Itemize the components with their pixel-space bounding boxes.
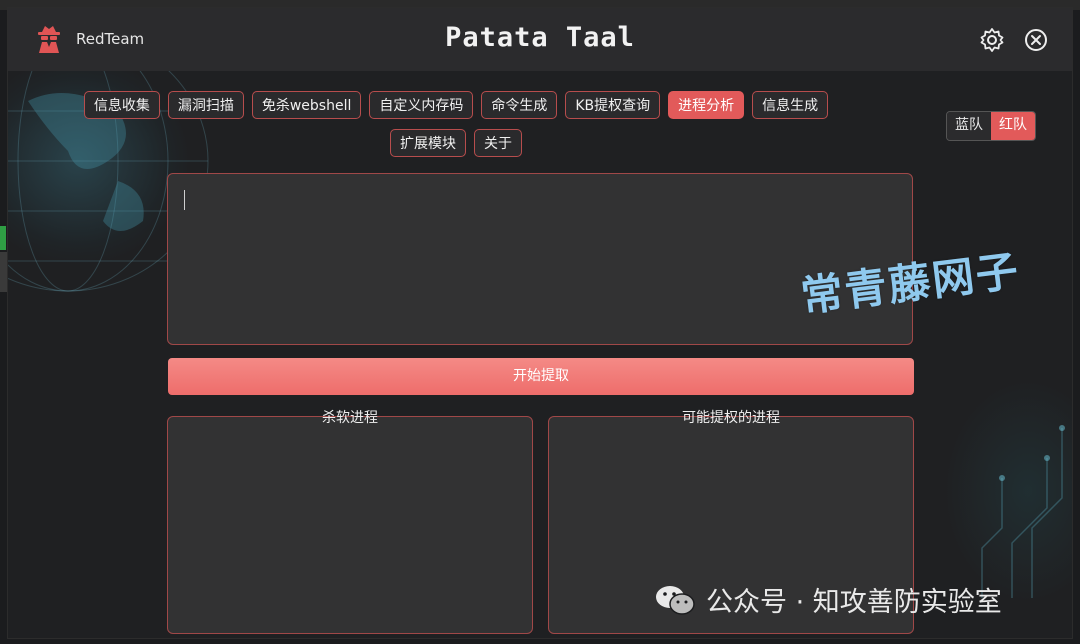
tab-webshell[interactable]: 免杀webshell [251,91,362,119]
gear-icon[interactable] [978,26,1006,54]
tab-extensions[interactable]: 扩展模块 [390,129,466,157]
text-caret [184,190,185,210]
tab-vuln-scan[interactable]: 漏洞扫描 [167,91,244,119]
tab-about[interactable]: 关于 [474,129,522,157]
background-page-element [0,226,6,250]
circuit-background-graphic [981,425,1065,598]
team-toggle: 蓝队 红队 [946,111,1036,141]
module-tabs-row-2: 扩展模块 关于 [8,129,988,157]
tab-command-gen[interactable]: 命令生成 [481,91,558,119]
wechat-icon [656,585,695,615]
module-tabs-row-1: 信息收集 漏洞扫描 免杀webshell 自定义内存码 命令生成 KB提权查询 … [8,91,988,119]
app-title: Patata Taal [445,22,635,53]
wechat-watermark-text: 公众号 · 知攻善防实验室 [706,587,1002,618]
close-circle-icon[interactable] [1022,26,1050,54]
app-window: RedTeam Patata Taal 信息收集 漏洞扫描 免杀webshell… [8,8,1072,638]
tab-custom-memshell[interactable]: 自定义内存码 [369,91,474,119]
team-red-option[interactable]: 红队 [991,112,1035,140]
tab-process-analysis[interactable]: 进程分析 [668,91,745,119]
antivirus-process-panel[interactable]: 杀软进程 [167,410,533,634]
panel-title-privesc: 可能提权的进程 [682,410,780,426]
process-input-textarea[interactable] [167,173,913,345]
tab-info-collection[interactable]: 信息收集 [83,91,160,119]
start-extract-button[interactable]: 开始提取 [168,358,914,395]
tab-info-gen[interactable]: 信息生成 [752,91,829,119]
title-bar[interactable]: RedTeam Patata Taal [8,8,1072,71]
tab-kb-privesc[interactable]: KB提权查询 [565,91,661,119]
panel-title-antivirus: 杀软进程 [322,410,378,426]
main-content: 信息收集 漏洞扫描 免杀webshell 自定义内存码 命令生成 KB提权查询 … [8,71,1072,638]
wechat-watermark: 公众号 · 知攻善防实验室 [654,580,1002,619]
team-blue-option[interactable]: 蓝队 [947,112,991,140]
background-page-element [0,252,8,292]
